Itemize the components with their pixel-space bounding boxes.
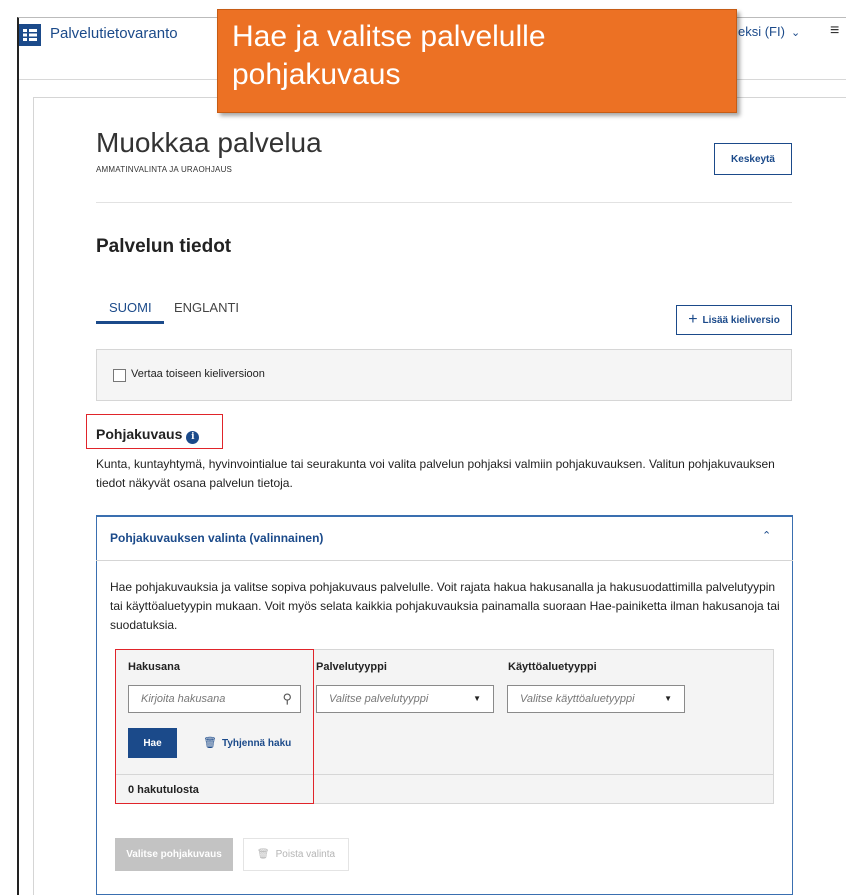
- page-subtitle: AMMATINVALINTA JA URAOHJAUS: [96, 165, 233, 174]
- accordion-title[interactable]: Pohjakuvauksen valinta (valinnainen): [110, 531, 323, 545]
- instruction-banner: Hae ja valitse palvelulle pohjakuvaus: [217, 9, 737, 113]
- section-title: Palvelun tiedot: [96, 236, 232, 257]
- cancel-button[interactable]: Keskeytä: [714, 143, 792, 175]
- service-type-select[interactable]: Valitse palvelutyyppi ▼: [316, 685, 494, 713]
- chevron-up-icon[interactable]: ⌃: [762, 529, 771, 542]
- remove-selection-button[interactable]: 🗑 Poista valinta: [243, 838, 349, 871]
- highlight-box-keyword-search: [115, 649, 314, 804]
- tab-englanti[interactable]: ENGLANTI: [174, 300, 239, 315]
- add-language-label: Lisää kieliversio: [702, 314, 780, 326]
- highlight-box-base-description: [86, 414, 223, 449]
- app-name[interactable]: Palvelutietovaranto: [50, 25, 178, 42]
- trash-icon: 🗑: [256, 849, 270, 860]
- select-base-description-button[interactable]: Valitse pohjakuvaus: [115, 838, 233, 871]
- language-selector-label: eksi (FI): [738, 24, 785, 39]
- tab-suomi[interactable]: SUOMI: [109, 300, 152, 315]
- remove-selection-label: Poista valinta: [275, 849, 336, 860]
- base-description-text: Kunta, kuntayhtymä, hyvinvointialue tai …: [96, 457, 775, 490]
- active-tab-indicator: [96, 321, 164, 324]
- caret-down-icon: ▼: [473, 694, 481, 703]
- accordion-instructions: Hae pohjakuvauksia ja valitse sopiva poh…: [110, 580, 780, 632]
- plus-icon: +: [688, 311, 698, 328]
- service-type-label: Palvelutyyppi: [316, 661, 387, 673]
- header-divider: [96, 202, 792, 203]
- usage-area-select[interactable]: Valitse käyttöaluetyyppi ▼: [507, 685, 685, 713]
- compare-label[interactable]: Vertaa toiseen kieliversioon: [131, 368, 265, 380]
- hamburger-icon[interactable]: ≡: [830, 22, 839, 40]
- usage-area-label: Käyttöaluetyyppi: [508, 661, 597, 673]
- caret-down-icon: ▼: [664, 694, 672, 703]
- language-selector[interactable]: eksi (FI) ⌄: [738, 24, 800, 39]
- page-title: Muokkaa palvelua: [96, 127, 322, 158]
- compare-checkbox[interactable]: [113, 369, 126, 382]
- chevron-down-icon: ⌄: [790, 27, 801, 39]
- service-type-placeholder: Valitse palvelutyyppi: [329, 693, 429, 705]
- usage-area-placeholder: Valitse käyttöaluetyyppi: [520, 693, 635, 705]
- add-language-version-button[interactable]: + Lisää kieliversio: [676, 305, 792, 335]
- logo-glyph-icon: [23, 29, 37, 41]
- app-logo-icon[interactable]: [19, 24, 41, 46]
